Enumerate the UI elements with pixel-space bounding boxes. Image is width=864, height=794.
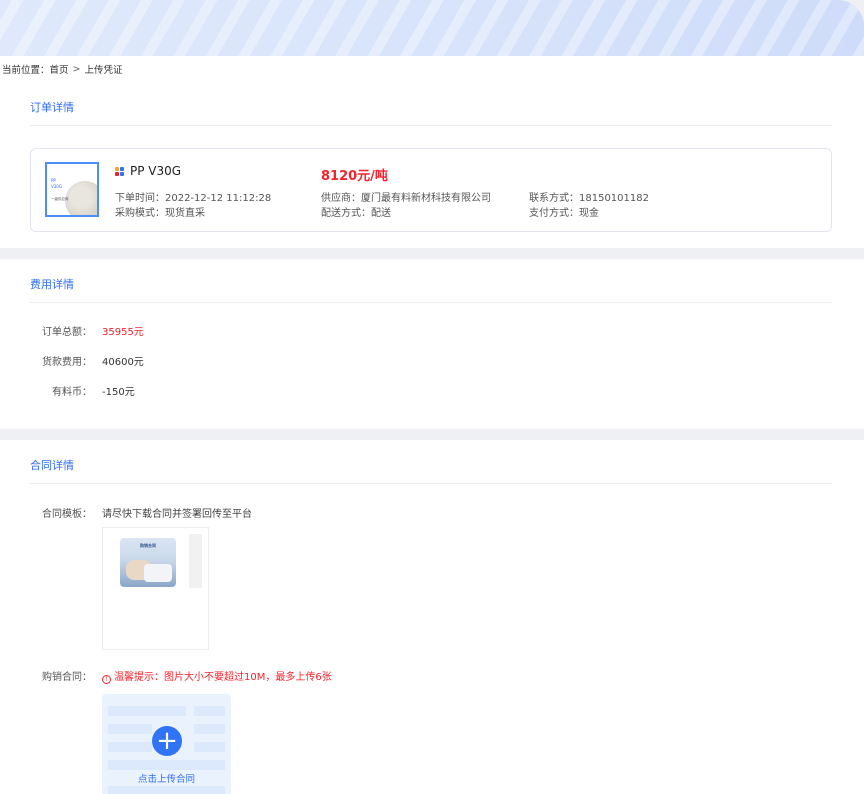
placeholder-bar [194, 724, 225, 734]
fee-value: 35955元 [102, 327, 144, 338]
thumb-line3: 一级供应商 [51, 197, 69, 201]
order-details-card: 订单详情 PP V30G 一级供应商 PP V30G 8120元/吨 下单时间：… [0, 82, 864, 248]
fee-value: 40600元 [102, 357, 144, 368]
contract-template-file[interactable]: 购销合同 [102, 527, 209, 650]
placeholder-bar [108, 742, 152, 752]
order-item: PP V30G 一级供应商 PP V30G 8120元/吨 下单时间：2022-… [30, 148, 832, 232]
template-hint: 请尽快下载合同并签署回传至平台 [102, 509, 252, 520]
payment-method: 支付方式：现金 [529, 208, 599, 219]
upload-contract-button[interactable]: + 点击上传合同 [102, 694, 231, 794]
placeholder-bar [108, 724, 152, 734]
product-name-row: PP V30G [115, 164, 181, 178]
thumb-line2: V30G [51, 184, 62, 189]
contract-details-title: 合同详情 [30, 459, 74, 472]
template-thumb-title: 购销合同 [140, 543, 156, 548]
fee-label: 有料币： [52, 387, 92, 398]
breadcrumb-separator: > [72, 63, 81, 75]
placeholder-bar [108, 786, 225, 794]
template-scrollbar[interactable] [189, 534, 202, 588]
product-name: PP V30G [130, 164, 182, 178]
supplier: 供应商：厦门最有料新材科技有限公司 [321, 193, 491, 204]
delivery-method: 配送方式：配送 [321, 208, 391, 219]
product-thumbnail[interactable]: PP V30G 一级供应商 [45, 162, 99, 217]
placeholder-bar [108, 760, 225, 770]
placeholder-bar [194, 742, 225, 752]
breadcrumb-prefix: 当前位置： [2, 65, 50, 76]
placeholder-bar [194, 706, 225, 716]
product-pellets-image [65, 181, 97, 215]
upload-warning: ! 温馨提示：图片大小不要超过10M，最多上传6张 [102, 668, 332, 684]
fee-label: 货款费用： [42, 357, 92, 368]
product-price: 8120元/吨 [321, 169, 388, 184]
order-time: 下单时间：2022-12-12 11:12:28 [115, 193, 272, 204]
template-label: 合同模板： [42, 509, 92, 520]
breadcrumb-current: 上传凭证 [84, 65, 123, 76]
breadcrumb: 当前位置： 首页 > 上传凭证 [0, 56, 864, 82]
fee-divider [30, 302, 832, 303]
fee-value: -150元 [102, 387, 135, 398]
order-divider [30, 125, 832, 126]
warning-icon: ! [102, 675, 111, 684]
order-details-title: 订单详情 [30, 101, 74, 114]
breadcrumb-home-link[interactable]: 首页 [50, 62, 69, 76]
plus-icon[interactable]: + [152, 726, 182, 756]
contract-template-thumbnail[interactable]: 购销合同 [120, 538, 176, 587]
upload-warning-text: 温馨提示：图片大小不要超过10M，最多上传6张 [114, 672, 332, 683]
fee-details-card: 费用详情 订单总额： 35955元 货款费用： 40600元 有料币： -150… [0, 259, 864, 429]
fee-label: 订单总额： [42, 327, 92, 338]
placeholder-bar [108, 706, 186, 716]
top-banner [0, 0, 864, 56]
purchase-contract-label: 购销合同： [42, 672, 92, 683]
thumb-shape [144, 564, 172, 582]
contract-divider [30, 483, 832, 484]
contact-info: 联系方式：18150101182 [529, 193, 649, 204]
category-grid-icon [115, 166, 124, 176]
fee-details-title: 费用详情 [30, 278, 74, 291]
purchase-mode: 采购模式：现货直采 [115, 208, 205, 219]
contract-details-card: 合同详情 合同模板： 请尽快下载合同并签署回传至平台 购销合同 购销合同： ! 温… [0, 440, 864, 794]
upload-contract-label: 点击上传合同 [137, 774, 195, 785]
thumb-line1: PP [51, 178, 56, 183]
